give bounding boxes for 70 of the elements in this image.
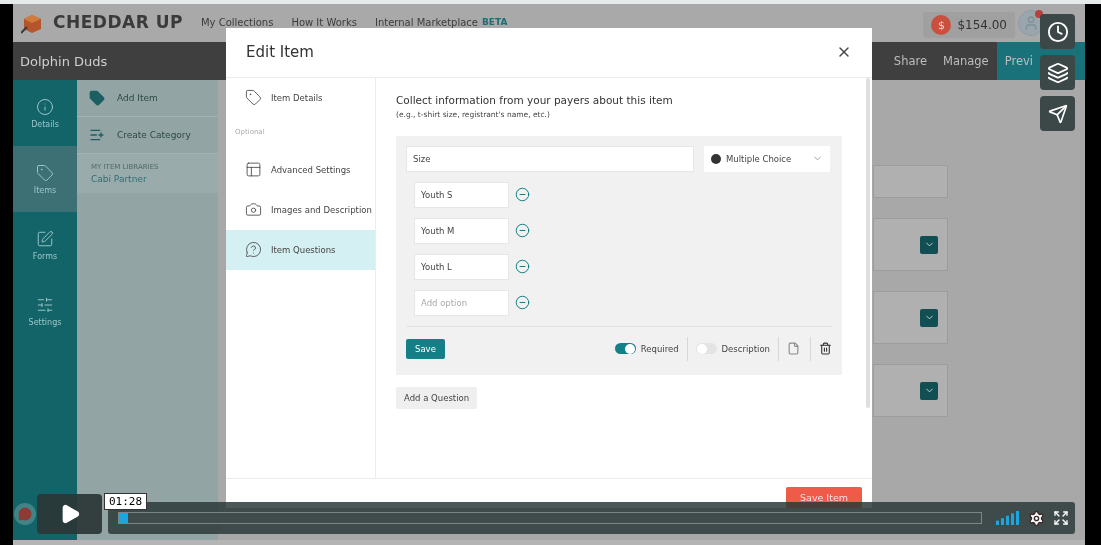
- option-field[interactable]: Youth S: [414, 181, 509, 208]
- clock-icon: [1046, 20, 1069, 43]
- beta-label: BETA: [481, 16, 508, 27]
- edit-icon: [36, 229, 54, 248]
- panel-icon: [245, 161, 262, 179]
- dropdown-button[interactable]: [920, 235, 938, 254]
- collection-title: Dolphin Duds: [20, 53, 108, 69]
- info-icon: [36, 97, 54, 116]
- cube-logo-icon: [21, 12, 43, 34]
- option-field[interactable]: Add option: [414, 289, 509, 316]
- remove-icon[interactable]: [515, 295, 530, 311]
- sliders-icon: [36, 295, 54, 314]
- save-button[interactable]: Save: [406, 338, 445, 359]
- library-link[interactable]: Cabi Partner: [91, 174, 204, 184]
- question-bubble-icon: [245, 241, 262, 259]
- layers-button[interactable]: [1040, 55, 1075, 90]
- top-tab[interactable]: Share: [885, 42, 935, 80]
- remove-icon[interactable]: [515, 259, 530, 275]
- dialog-nav-item[interactable]: Item Details: [226, 77, 375, 118]
- tag-icon: [89, 90, 105, 106]
- copy-icon[interactable]: [787, 342, 800, 356]
- toggle-switch[interactable]: [695, 343, 717, 355]
- remove-icon[interactable]: [515, 223, 530, 239]
- type-select[interactable]: Multiple Choice: [704, 145, 830, 172]
- toggle-switch[interactable]: [614, 343, 636, 355]
- dropdown-button[interactable]: [920, 308, 938, 327]
- panel-action[interactable]: Add Item: [77, 80, 218, 117]
- paper-plane-icon: [1047, 103, 1068, 124]
- dialog-nav-item[interactable]: Item Questions: [226, 229, 375, 270]
- choice-dot-icon: [711, 153, 721, 164]
- sidebar-item[interactable]: Items: [13, 146, 77, 212]
- add-question-button[interactable]: Add a Question: [396, 386, 478, 409]
- layers-icon: [1046, 61, 1069, 84]
- time-tooltip: 01:28: [104, 493, 148, 510]
- camera-icon: [245, 201, 262, 219]
- option-field[interactable]: Youth M: [414, 217, 509, 244]
- sidebar-item[interactable]: Details: [13, 80, 77, 146]
- signal-bars-icon[interactable]: [996, 511, 1020, 525]
- balance-amount: $154.00: [957, 18, 1007, 32]
- settings-icon[interactable]: [1028, 509, 1045, 527]
- clock-button[interactable]: [1040, 14, 1075, 49]
- play-button[interactable]: [37, 494, 102, 534]
- toggle-label: Required: [639, 343, 680, 354]
- fullscreen-icon[interactable]: [1053, 510, 1069, 526]
- tag-icon: [245, 89, 262, 107]
- option-field[interactable]: Youth L: [414, 253, 509, 280]
- question-field[interactable]: Size: [406, 145, 694, 172]
- send-button[interactable]: [1040, 96, 1075, 131]
- tag-icon: [36, 163, 54, 182]
- sidebar-item[interactable]: Forms: [13, 212, 77, 278]
- nav-link[interactable]: Internal Marketplace: [374, 12, 478, 28]
- search-field[interactable]: [873, 165, 948, 198]
- dollar-badge: $: [931, 15, 952, 35]
- intro-text: Collect information from your payers about this item: [396, 93, 674, 106]
- dropdown-button[interactable]: [920, 381, 938, 400]
- dialog-title: Edit Item: [246, 43, 314, 62]
- remove-icon[interactable]: [515, 187, 530, 203]
- dialog-nav-item[interactable]: Images and Description: [226, 189, 375, 230]
- trash-icon[interactable]: [819, 342, 832, 356]
- toggle-label: Description: [720, 343, 771, 354]
- nav-link[interactable]: My Collections: [200, 12, 274, 28]
- balance-button[interactable]: $ $154.00: [923, 12, 1015, 38]
- scrollbar[interactable]: [866, 77, 870, 408]
- brand-name[interactable]: CHEDDAR UP: [53, 12, 183, 32]
- progress-track[interactable]: [118, 512, 982, 524]
- sidebar-item[interactable]: Settings: [13, 278, 77, 344]
- dialog-nav-item[interactable]: Advanced Settings: [226, 149, 375, 190]
- top-tab[interactable]: Manage: [935, 42, 997, 80]
- nav-link[interactable]: How It Works: [291, 12, 357, 28]
- list-plus-icon: [89, 127, 105, 143]
